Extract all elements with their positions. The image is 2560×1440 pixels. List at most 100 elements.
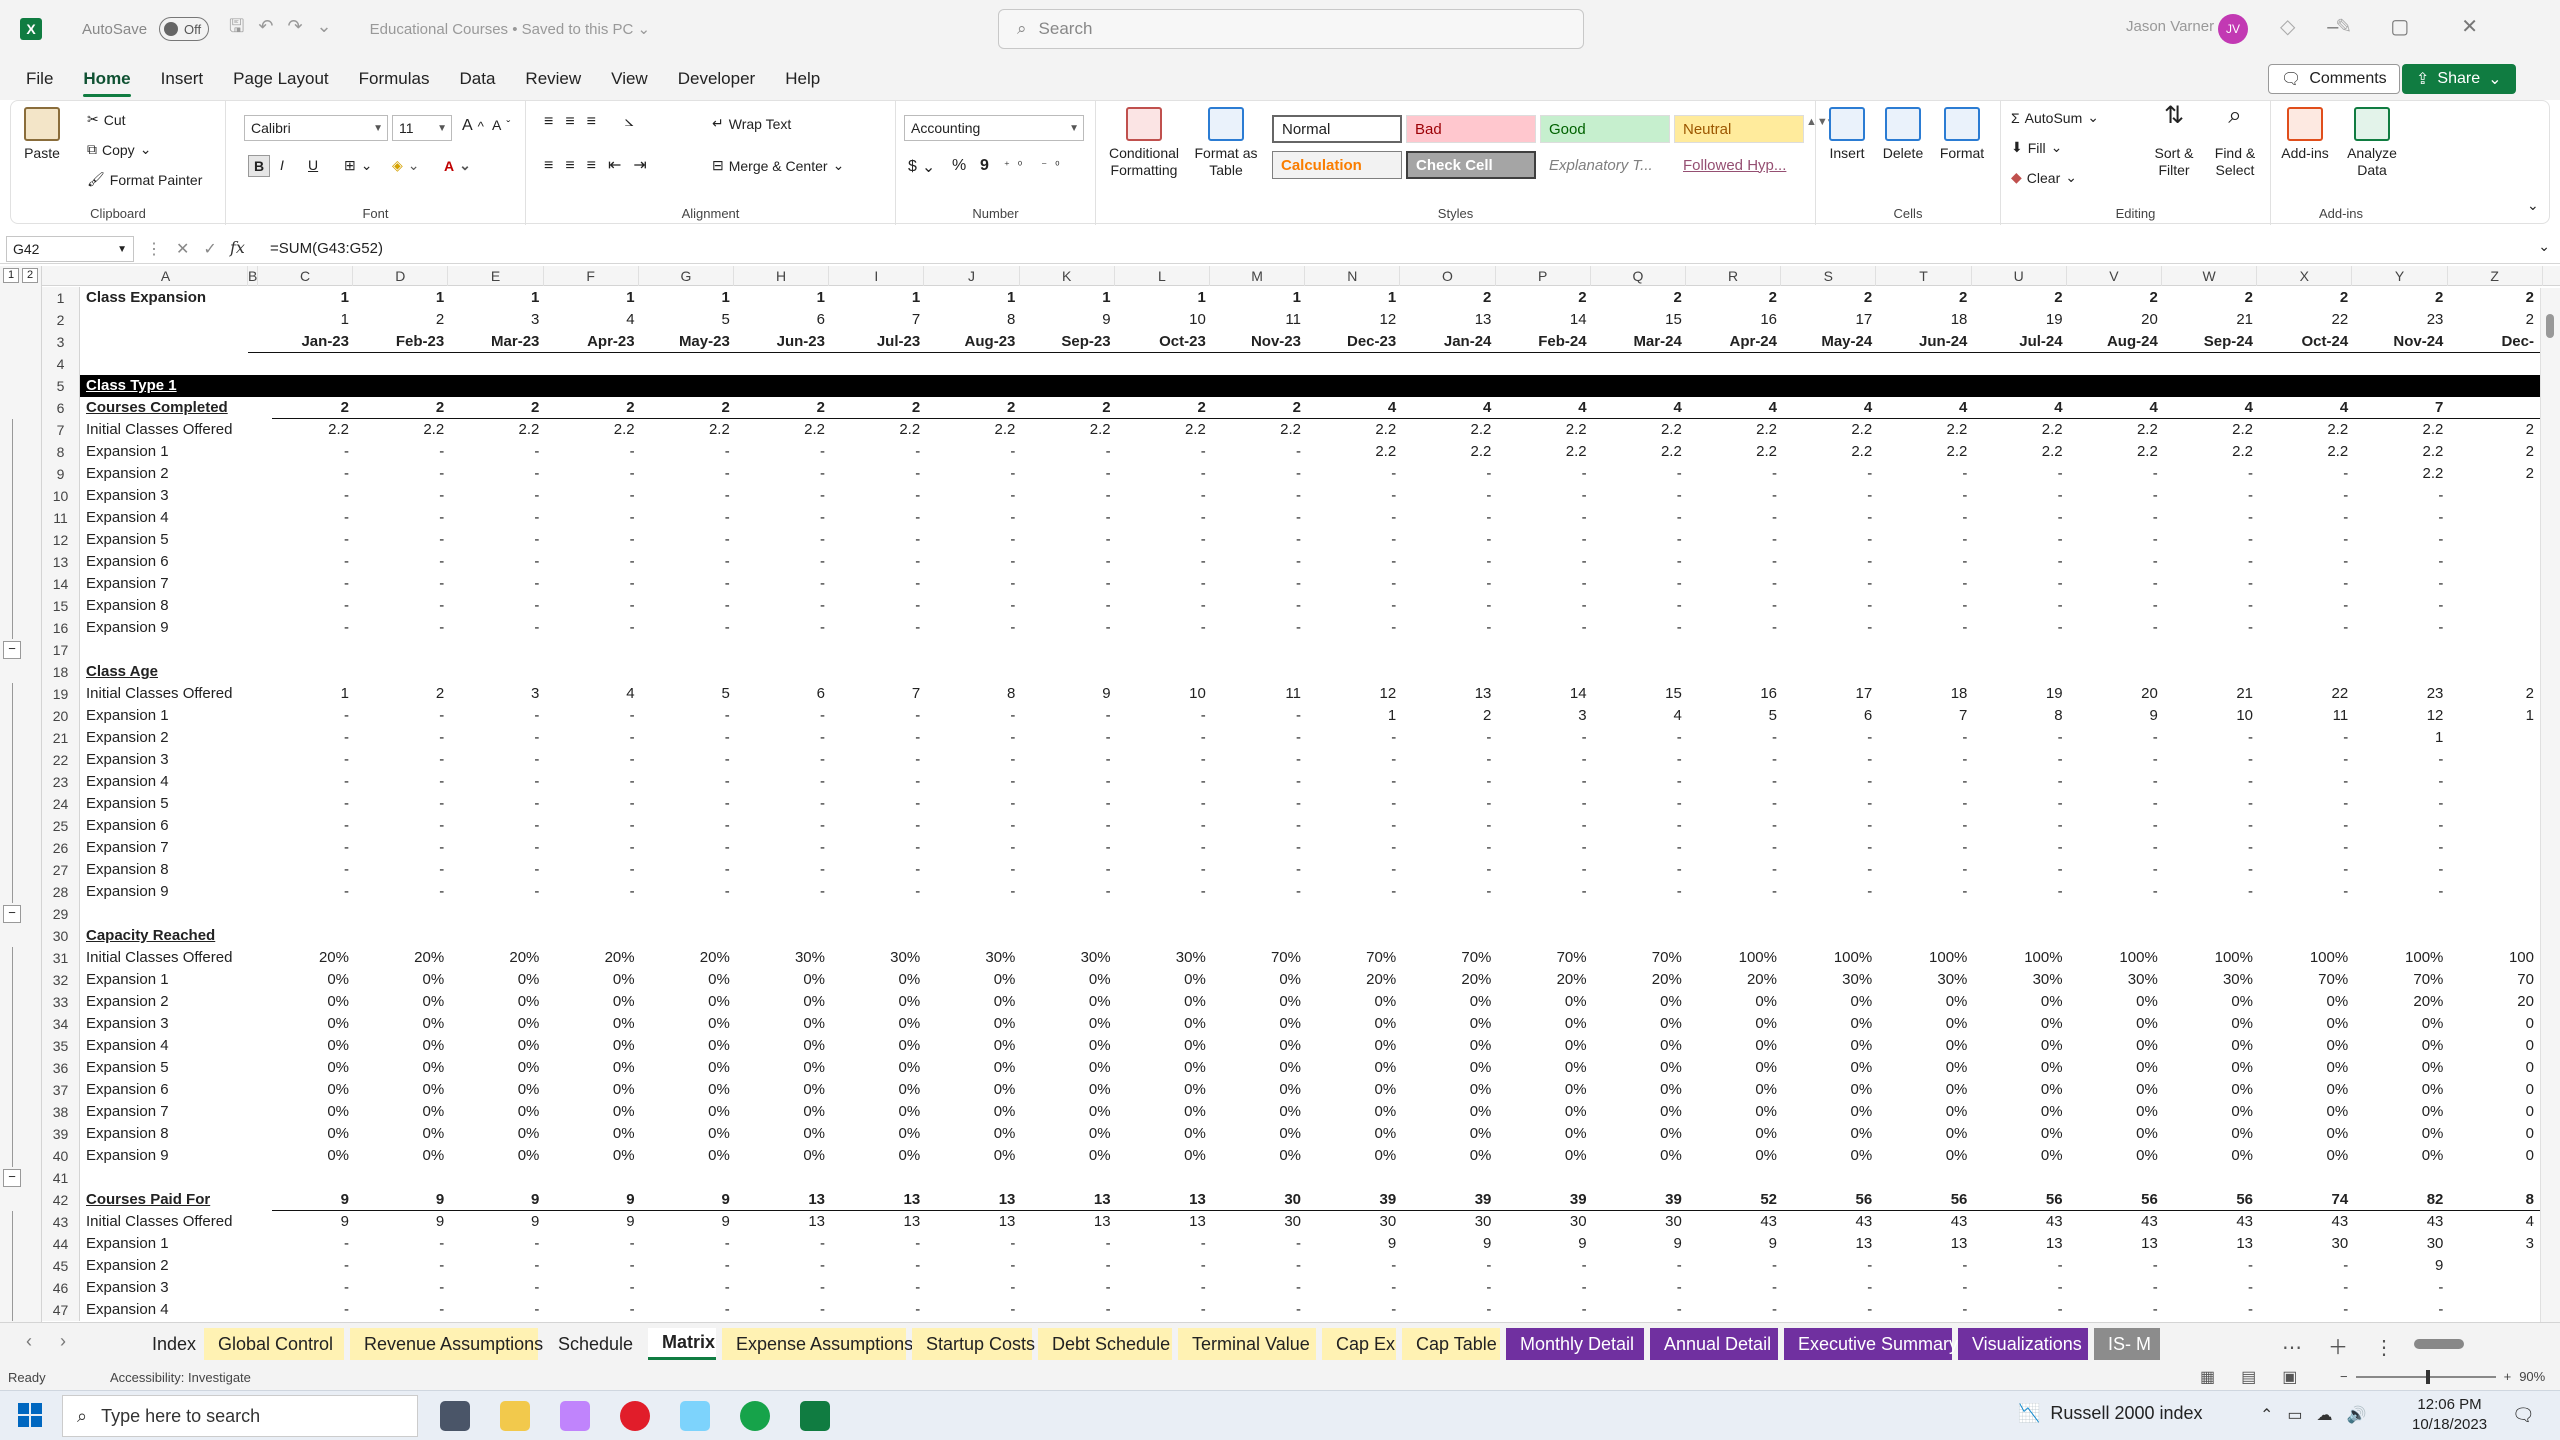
grid-cell[interactable]: 2: [1686, 287, 1781, 309]
grid-cell[interactable]: -: [1305, 1277, 1400, 1299]
sheet-tab-is-m[interactable]: IS- M: [2094, 1328, 2160, 1360]
grid-cell[interactable]: [2448, 485, 2538, 507]
grid-cell[interactable]: 20: [2448, 991, 2538, 1013]
vertical-scrollbar[interactable]: [2540, 288, 2560, 1322]
fill-color-button[interactable]: ◈ ⌄: [392, 157, 420, 174]
grid-cell[interactable]: 1: [448, 287, 543, 309]
grid-cell[interactable]: 0%: [2162, 991, 2257, 1013]
grid-cell[interactable]: [2448, 397, 2538, 419]
grid-cell[interactable]: 17: [1781, 683, 1876, 705]
grid-cell[interactable]: [2448, 859, 2538, 881]
row-label-cell[interactable]: Initial Classes Offered: [84, 683, 284, 705]
sheet-tab-revenue-assumptions[interactable]: Revenue Assumptions: [350, 1328, 543, 1360]
grid-cell[interactable]: 1: [734, 287, 829, 309]
grid-cell[interactable]: 10: [1115, 309, 1210, 331]
grid-cell[interactable]: -: [1686, 815, 1781, 837]
grid-cell[interactable]: 2.2: [1496, 441, 1591, 463]
grid-cell[interactable]: -: [1591, 595, 1686, 617]
grid-cell[interactable]: 20%: [353, 947, 448, 969]
tab-developer[interactable]: Developer: [678, 69, 756, 89]
grid-cell[interactable]: 0%: [2162, 1101, 2257, 1123]
grid-cell[interactable]: -: [924, 727, 1019, 749]
grid-cell[interactable]: 10: [2162, 705, 2257, 727]
autosum-button[interactable]: Σ AutoSum ⌄: [2011, 109, 2099, 126]
grid-cell[interactable]: 0%: [544, 1123, 639, 1145]
grid-cell[interactable]: -: [1400, 551, 1495, 573]
grid-cell[interactable]: Jul-24: [1972, 331, 2067, 353]
grid-cell[interactable]: -: [2067, 1277, 2162, 1299]
grid-cell[interactable]: -: [353, 881, 448, 903]
grid-cell[interactable]: 2: [2257, 287, 2352, 309]
cut-button[interactable]: ✂ Cut: [87, 111, 126, 128]
grid-cell[interactable]: 9: [2067, 705, 2162, 727]
grid-cell[interactable]: -: [1972, 837, 2067, 859]
grid-cell[interactable]: -: [1781, 573, 1876, 595]
grid-cell[interactable]: -: [1305, 749, 1400, 771]
grid-cell[interactable]: -: [2162, 881, 2257, 903]
grid-cell[interactable]: -: [924, 617, 1019, 639]
grid-cell[interactable]: 13: [924, 1189, 1019, 1211]
grid-cell[interactable]: -: [353, 551, 448, 573]
grid-cell[interactable]: 0%: [1972, 1013, 2067, 1035]
grid-cell[interactable]: -: [924, 771, 1019, 793]
row-label-cell[interactable]: Expansion 5: [84, 529, 284, 551]
grid-cell[interactable]: -: [639, 749, 734, 771]
sheet-tab-terminal-value[interactable]: Terminal Value: [1178, 1328, 1316, 1360]
grid-cell[interactable]: -: [2067, 881, 2162, 903]
column-header-f[interactable]: F: [544, 266, 639, 286]
window-controls[interactable]: –▢✕: [2327, 14, 2530, 39]
grid-cell[interactable]: 0%: [258, 1013, 353, 1035]
row-number[interactable]: 1: [42, 287, 80, 309]
grid-cell[interactable]: 74: [2257, 1189, 2352, 1211]
sort-filter-button[interactable]: ⇅ Sort & Filter: [2147, 104, 2201, 179]
row-number[interactable]: 10: [42, 485, 80, 507]
grid-cell[interactable]: 9: [1591, 1233, 1686, 1255]
grid-cell[interactable]: 0%: [448, 1035, 543, 1057]
grid-cell[interactable]: 0%: [734, 1101, 829, 1123]
grid-cell[interactable]: 0%: [448, 1123, 543, 1145]
grid-cell[interactable]: -: [353, 573, 448, 595]
grid-cell[interactable]: -: [258, 1299, 353, 1321]
column-header-s[interactable]: S: [1781, 266, 1877, 286]
grid-cell[interactable]: -: [1305, 485, 1400, 507]
grid-cell[interactable]: -: [1210, 507, 1305, 529]
grid-cell[interactable]: -: [2067, 793, 2162, 815]
grid-cell[interactable]: 0%: [2257, 1013, 2352, 1035]
horizontal-scrollbar[interactable]: [2400, 1339, 2520, 1349]
grid-cell[interactable]: -: [1972, 551, 2067, 573]
grid-cell[interactable]: -: [2257, 617, 2352, 639]
grid-cell[interactable]: 9: [448, 1189, 543, 1211]
grid-cell[interactable]: 0%: [1210, 1079, 1305, 1101]
opera-icon[interactable]: [620, 1401, 650, 1431]
grid-cell[interactable]: 0%: [829, 969, 924, 991]
grid-cell[interactable]: [2448, 771, 2538, 793]
grid-cell[interactable]: 0%: [1686, 1123, 1781, 1145]
grid-cell[interactable]: 0%: [1591, 1079, 1686, 1101]
grid-cell[interactable]: 0: [2448, 1035, 2538, 1057]
grid-cell[interactable]: 2.2: [353, 419, 448, 441]
decimal-buttons[interactable]: ⁺⁰ ⁻⁰: [1004, 159, 1068, 172]
grid-cell[interactable]: -: [544, 749, 639, 771]
grid-cell[interactable]: 30: [1496, 1211, 1591, 1233]
row-number[interactable]: 39: [42, 1123, 80, 1145]
grid-cell[interactable]: -: [1876, 815, 1971, 837]
grid-cell[interactable]: -: [1972, 529, 2067, 551]
grid-cell[interactable]: 30: [1400, 1211, 1495, 1233]
grid-cell[interactable]: -: [1781, 529, 1876, 551]
grid-cell[interactable]: 8: [1972, 705, 2067, 727]
grid-cell[interactable]: 0%: [924, 1145, 1019, 1167]
grid-cell[interactable]: Apr-24: [1686, 331, 1781, 353]
grid-cell[interactable]: 0%: [544, 1013, 639, 1035]
analyze-data-button[interactable]: Analyze Data: [2339, 107, 2405, 179]
grid-cell[interactable]: -: [1305, 573, 1400, 595]
upwork-icon[interactable]: [740, 1401, 770, 1431]
row-number[interactable]: 15: [42, 595, 80, 617]
grid-cell[interactable]: 0%: [1686, 1145, 1781, 1167]
row-label-cell[interactable]: [84, 331, 284, 353]
sheet-tab-startup-costs[interactable]: Startup Costs: [912, 1328, 1035, 1360]
grid-cell[interactable]: -: [1400, 485, 1495, 507]
grid-cell[interactable]: 56: [2162, 1189, 2257, 1211]
grid-cell[interactable]: -: [2257, 573, 2352, 595]
grid-cell[interactable]: 0%: [2257, 1079, 2352, 1101]
grid-cell[interactable]: -: [924, 815, 1019, 837]
